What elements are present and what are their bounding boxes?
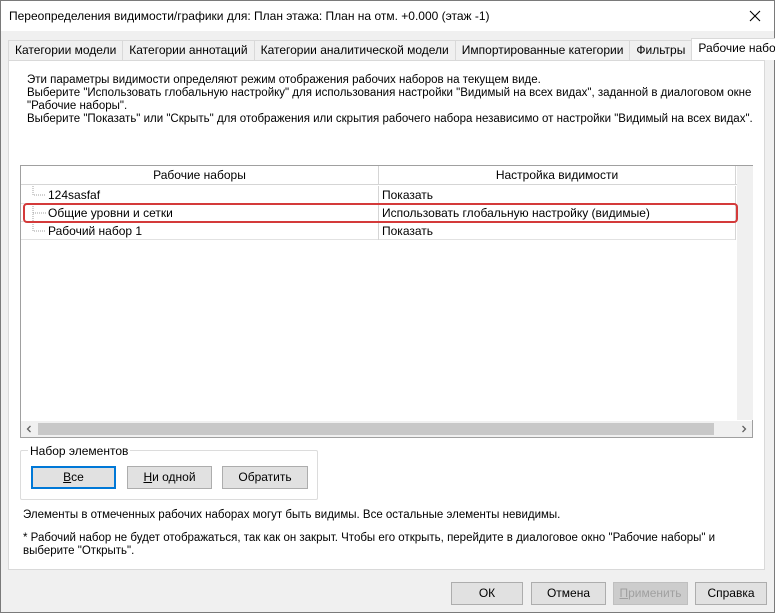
- info-line: Выберите "Показать" или "Скрыть" для ото…: [27, 113, 753, 125]
- select-all-label: се: [71, 470, 84, 484]
- apply-button[interactable]: Применить: [613, 582, 688, 605]
- table-row[interactable]: Рабочий набор 1 Показать: [21, 222, 736, 240]
- scroll-left-button[interactable]: [21, 421, 37, 437]
- apply-label: рименить: [628, 586, 682, 600]
- dialog-title: Переопределения видимости/графики для: П…: [9, 9, 490, 23]
- workset-cell[interactable]: Рабочий набор 1: [21, 222, 379, 240]
- horizontal-scrollbar[interactable]: [21, 421, 752, 437]
- apply-mnemonic: П: [619, 586, 629, 600]
- tab-bar: Категории модели Категории аннотаций Кат…: [8, 38, 775, 60]
- cancel-button[interactable]: Отмена: [531, 582, 606, 605]
- info-line: Эти параметры видимости определяют режим…: [27, 74, 541, 86]
- tab-imported-categories[interactable]: Импортированные категории: [454, 40, 631, 60]
- info-line: "Рабочие наборы".: [27, 100, 128, 112]
- tree-line-icon: [32, 222, 46, 232]
- column-header-worksets[interactable]: Рабочие наборы: [21, 166, 379, 185]
- grid-header: Рабочие наборы Настройка видимости: [21, 166, 752, 185]
- table-row[interactable]: Общие уровни и сетки Использовать глобал…: [21, 204, 736, 222]
- tree-line-icon: [32, 186, 46, 196]
- worksets-grid: Рабочие наборы Настройка видимости 124sa…: [20, 165, 753, 438]
- tab-model-categories[interactable]: Категории модели: [8, 40, 124, 60]
- table-row[interactable]: 124sasfaf Показать: [21, 186, 736, 204]
- visibility-note: Элементы в отмеченных рабочих наборах мо…: [23, 509, 561, 521]
- title-bar: Переопределения видимости/графики для: П…: [1, 1, 774, 31]
- ok-button[interactable]: ОК: [451, 582, 523, 605]
- selection-group-label: Набор элементов: [28, 444, 131, 458]
- horizontal-scroll-thumb[interactable]: [38, 423, 714, 435]
- select-all-mnemonic: В: [63, 470, 72, 484]
- tab-annotation-categories[interactable]: Категории аннотаций: [122, 40, 255, 60]
- chevron-right-icon: [742, 425, 747, 433]
- workset-name: Рабочий набор 1: [48, 224, 143, 238]
- invert-selection-button[interactable]: Обратить: [222, 466, 308, 489]
- vertical-scroll-track[interactable]: [737, 166, 753, 420]
- select-none-button[interactable]: Ни одной: [127, 466, 212, 489]
- help-button[interactable]: Справка: [695, 582, 767, 605]
- visibility-cell[interactable]: Показать: [379, 186, 736, 204]
- chevron-left-icon: [26, 425, 31, 433]
- closed-workset-note-cont: выберите "Открыть".: [23, 545, 135, 557]
- tab-worksets[interactable]: Рабочие наборы: [691, 38, 775, 60]
- tab-filters[interactable]: Фильтры: [629, 40, 693, 60]
- scroll-right-button[interactable]: [736, 421, 752, 437]
- select-none-mnemonic: Н: [143, 470, 153, 484]
- workset-cell[interactable]: Общие уровни и сетки: [21, 204, 379, 222]
- close-icon: [749, 10, 761, 22]
- column-header-visibility[interactable]: Настройка видимости: [379, 166, 736, 185]
- select-none-label: и одной: [152, 470, 196, 484]
- workset-name: Общие уровни и сетки: [48, 206, 173, 220]
- visibility-cell[interactable]: Использовать глобальную настройку (видим…: [379, 204, 736, 222]
- workset-name: 124sasfaf: [48, 188, 101, 202]
- select-all-button[interactable]: Все: [31, 466, 116, 489]
- closed-workset-note: * Рабочий набор не будет отображаться, т…: [23, 532, 716, 544]
- visibility-cell[interactable]: Показать: [379, 222, 736, 240]
- close-button[interactable]: [742, 4, 768, 28]
- tree-line-icon: [32, 204, 46, 222]
- vertical-scrollbar[interactable]: [737, 166, 753, 420]
- tab-analytical-model-categories[interactable]: Категории аналитической модели: [253, 40, 456, 60]
- workset-cell[interactable]: 124sasfaf: [21, 186, 379, 204]
- info-line: Выберите "Использовать глобальную настро…: [27, 87, 752, 99]
- info-text: Эти параметры видимости определяют режим…: [27, 74, 757, 126]
